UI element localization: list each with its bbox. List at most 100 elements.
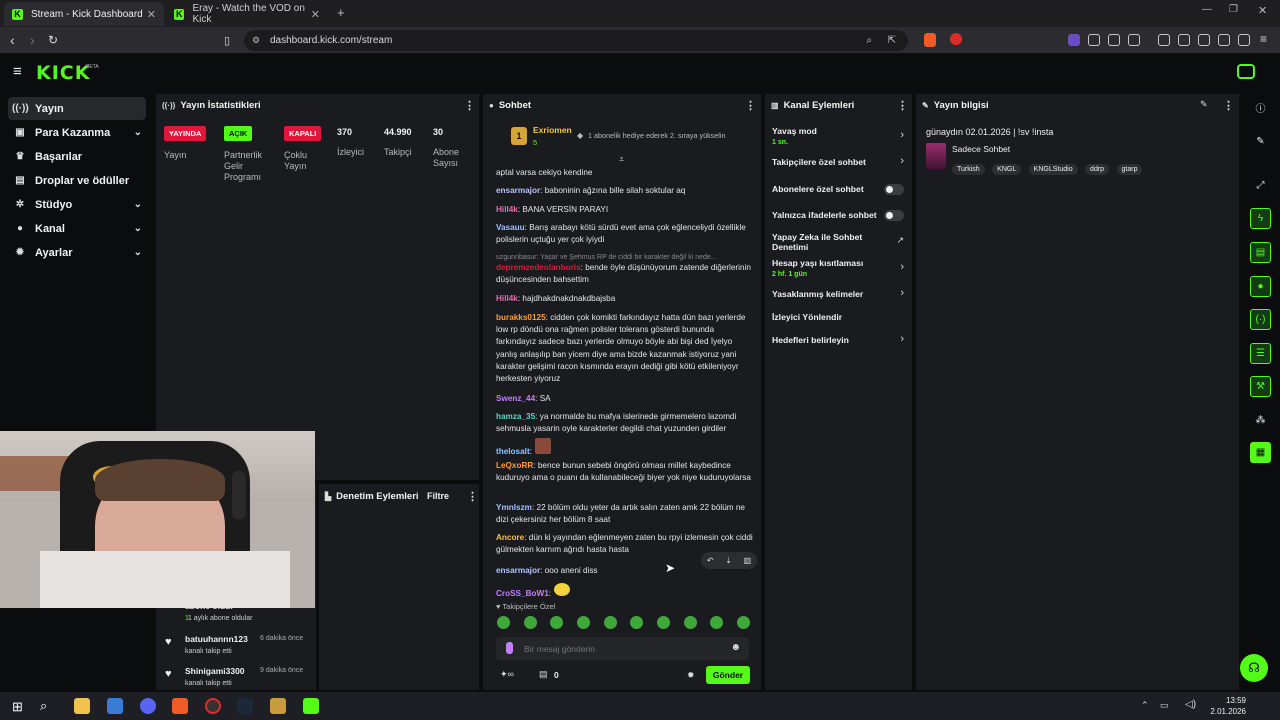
emote-icon[interactable] [630, 616, 644, 629]
discord-icon[interactable] [140, 698, 156, 714]
chevron-right-icon[interactable]: › [900, 287, 904, 299]
chevron-right-icon[interactable]: › [900, 333, 904, 345]
tag-chip[interactable]: KNGL [992, 164, 1022, 175]
notes-icon[interactable]: ▤ [1250, 242, 1271, 263]
volume-icon[interactable]: ◁) [1185, 699, 1196, 710]
store-icon[interactable]: ▤ [539, 669, 548, 680]
message-field[interactable] [524, 640, 724, 657]
sidebar-item-basarilar[interactable]: ♛ Başarılar [8, 145, 146, 168]
kick-logo[interactable]: KICK [36, 62, 90, 84]
pinned-user[interactable]: Exriomen [533, 125, 572, 135]
emote-icon[interactable] [497, 616, 510, 629]
chat-username[interactable]: CroSS_BoW1 [496, 589, 549, 598]
menu-icon[interactable]: ≡ [1260, 32, 1267, 46]
category-name[interactable]: Sadece Sohbet [952, 144, 1010, 154]
external-link-icon[interactable]: ↗ [896, 235, 904, 246]
calendar-icon[interactable]: ▦ [1250, 442, 1271, 463]
close-tab-icon[interactable]: ✕ [311, 8, 320, 21]
chat-username[interactable]: Swenz_44 [496, 394, 535, 403]
chat-username[interactable]: ensarmajor [496, 186, 540, 195]
chat-username[interactable]: burakks0125 [496, 313, 546, 322]
action-goals[interactable]: Hedefleri belirleyin [772, 335, 849, 345]
list-icon[interactable]: ☰ [1250, 343, 1271, 364]
clock[interactable]: 13:59 2.01.2026 [1204, 695, 1246, 717]
brave-icon[interactable] [172, 698, 188, 714]
delete-icon[interactable]: ▥ [744, 556, 752, 565]
extension-icon[interactable] [1128, 34, 1140, 46]
edit-icon[interactable]: ✎ [1200, 99, 1208, 110]
close-window-icon[interactable]: ✕ [1258, 4, 1267, 17]
subscribers-only-toggle[interactable] [884, 184, 904, 195]
more-options-icon[interactable]: ⋮ [1223, 99, 1234, 112]
tab-kick-vod[interactable]: K Eray - Watch the VOD on Kick ✕ [166, 2, 328, 26]
chat-bubble-icon[interactable]: ● [1250, 276, 1271, 297]
file-explorer-icon[interactable] [74, 698, 90, 714]
sidebar-item-kanal[interactable]: ● Kanal ⌄ [8, 217, 146, 240]
more-options-icon[interactable]: ⋮ [467, 490, 478, 503]
emotes-only-toggle[interactable] [884, 210, 904, 221]
action-followers-only[interactable]: Takipçilere özel sohbet [772, 157, 866, 167]
reload-icon[interactable]: ↻ [48, 33, 58, 47]
chat-settings-icon[interactable]: ✹ [687, 670, 695, 681]
points-icon[interactable]: ✦∞ [500, 669, 514, 680]
sidebar-item-droplar[interactable]: ▤ Droplar ve ödüller [8, 169, 146, 192]
tag-chip[interactable]: gtarp [1116, 164, 1143, 175]
tag-chip[interactable]: KNGLStudio [1028, 164, 1078, 175]
emoji-icon[interactable]: ☻ [730, 642, 741, 653]
emote-icon[interactable] [576, 616, 590, 629]
more-options-icon[interactable]: ⋮ [464, 99, 475, 112]
chat-username[interactable]: LeQxoRR [496, 461, 533, 470]
emote-icon[interactable] [656, 616, 670, 629]
action-account-age[interactable]: Hesap yaşı kısıtlaması 2 hf. 1 gün [772, 258, 863, 280]
filter-button[interactable]: Filtre [427, 491, 449, 501]
brave-shield-icon[interactable] [924, 33, 936, 47]
music-icon[interactable] [1158, 34, 1170, 46]
sidebar-item-para-kazanma[interactable]: ▣ Para Kazanma ⌄ [8, 121, 146, 144]
sidebar-item-studyo[interactable]: ✲ Stüdyo ⌄ [8, 193, 146, 216]
broadcast-icon[interactable]: (·) [1250, 309, 1271, 330]
chat-username[interactable]: Hill4k [496, 294, 518, 303]
hamburger-icon[interactable]: ≡ [13, 63, 22, 80]
game-icon[interactable] [270, 698, 286, 714]
chevron-right-icon[interactable]: › [900, 155, 904, 167]
obs-icon[interactable] [205, 698, 221, 714]
microphone-icon[interactable] [506, 642, 513, 654]
network-icon[interactable]: ▭ [1160, 700, 1169, 711]
users-icon[interactable]: ⁂ [1250, 410, 1271, 431]
chat-input[interactable]: ☻ [496, 637, 749, 660]
brave-rewards-icon[interactable] [950, 33, 962, 45]
url-field[interactable]: ⚙ dashboard.kick.com/stream ⌕ ⇱ [244, 30, 908, 51]
bookmark-icon[interactable]: ▯ [224, 34, 230, 47]
info-icon[interactable]: ⓘ [1250, 97, 1271, 118]
sidebar-item-ayarlar[interactable]: ✹ Ayarlar ⌄ [8, 241, 146, 264]
chat-username[interactable]: Hill4k [496, 205, 518, 214]
emote-icon[interactable] [523, 616, 537, 629]
maximize-icon[interactable]: ❐ [1229, 4, 1238, 15]
emote-icon[interactable] [683, 616, 697, 629]
kick-app-icon[interactable] [303, 698, 319, 714]
steam-icon[interactable] [237, 698, 253, 714]
chat-username[interactable]: depremzedeolanboris [496, 263, 581, 272]
chat-username[interactable]: Vasauu [496, 223, 525, 232]
leo-ai-icon[interactable] [1218, 34, 1230, 46]
tag-chip[interactable]: Turkish [952, 164, 985, 175]
back-icon[interactable]: ‹ [10, 32, 15, 48]
sidebar-item-yayin[interactable]: ((·)) Yayın [8, 97, 146, 120]
share-icon[interactable]: ⇱ [888, 30, 896, 51]
action-raid[interactable]: İzleyici Yönlendir [772, 312, 842, 322]
more-options-icon[interactable]: ⋮ [897, 99, 908, 112]
search-icon[interactable]: ⌕ [40, 698, 47, 714]
collapse-icon[interactable]: ⩡ [619, 154, 624, 165]
action-banned-words[interactable]: Yasaklanmış kelimeler [772, 289, 863, 299]
creator-avatar-icon[interactable] [1237, 64, 1255, 79]
extension-icon[interactable] [1088, 34, 1100, 46]
send-button[interactable]: Gönder [706, 666, 750, 684]
new-tab-icon[interactable]: + [337, 5, 345, 20]
tray-chevron-icon[interactable]: ⌃ [1141, 700, 1149, 711]
chat-username[interactable]: ensarmajor [496, 566, 540, 575]
extension-icon[interactable] [1068, 34, 1080, 46]
wallet-icon[interactable] [1198, 34, 1210, 46]
forward-icon[interactable]: › [30, 32, 35, 48]
emote-icon[interactable] [710, 616, 724, 629]
tab-kick-dashboard[interactable]: K Stream - Kick Dashboard ✕ [4, 2, 164, 26]
